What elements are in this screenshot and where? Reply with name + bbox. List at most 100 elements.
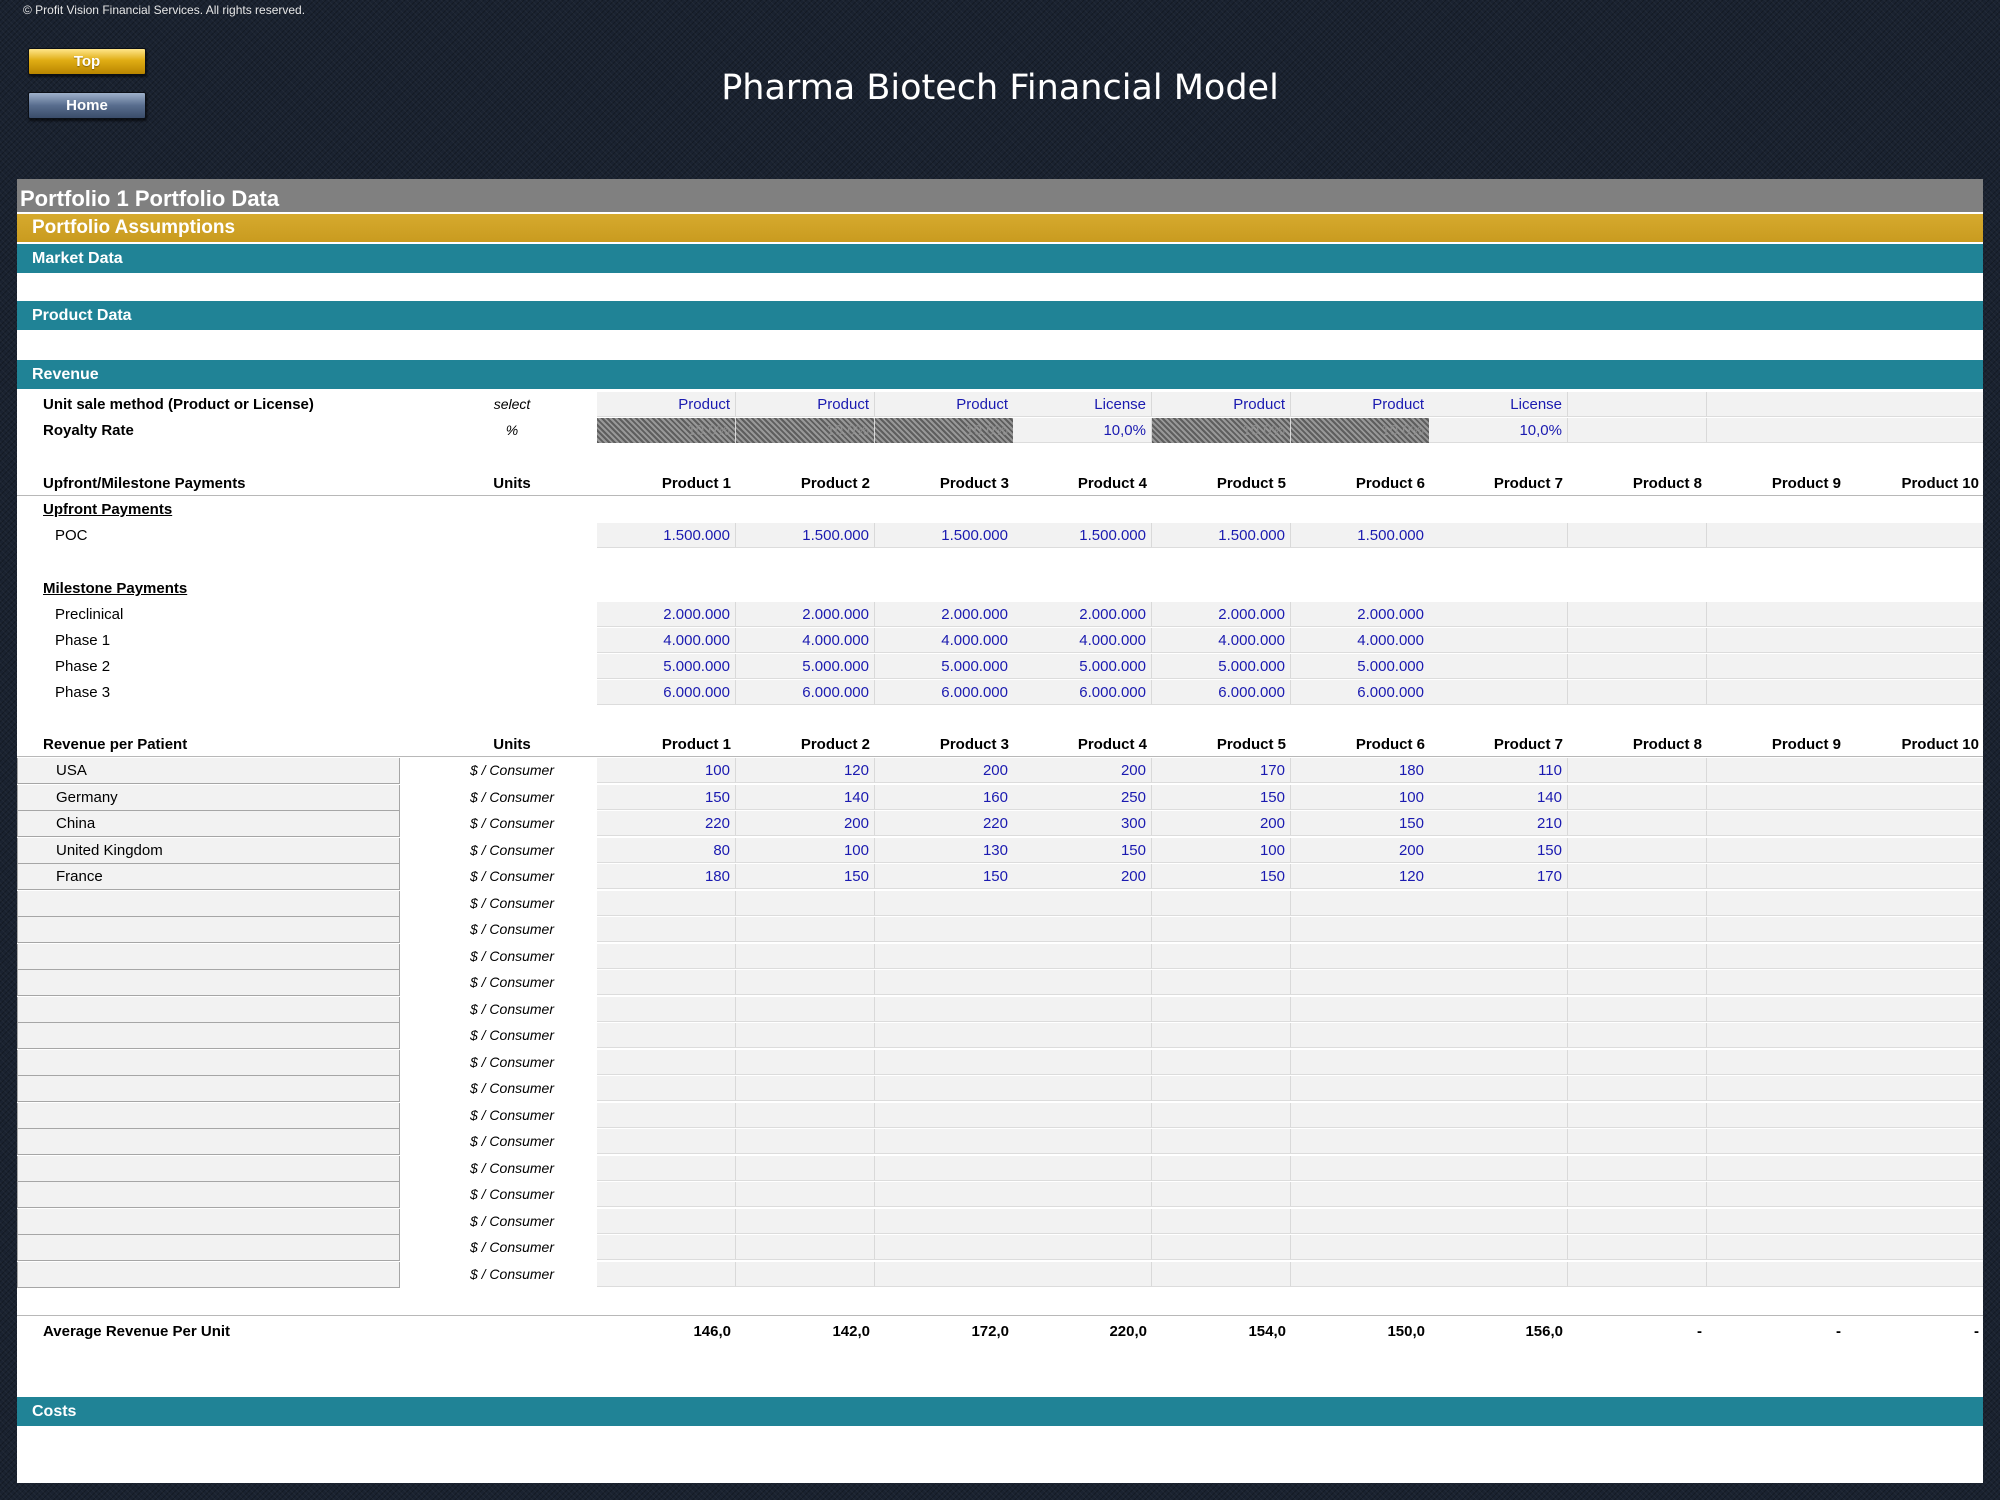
revenue-cell[interactable]: 220 — [875, 811, 1014, 836]
revenue-cell[interactable] — [1013, 1155, 1152, 1181]
revenue-cell[interactable]: 140 — [1429, 784, 1568, 810]
revenue-cell[interactable] — [1568, 917, 1707, 942]
revenue-cell[interactable] — [875, 1076, 1014, 1101]
revenue-cell[interactable] — [1845, 758, 1983, 783]
royalty-rate-cell[interactable] — [1845, 418, 1983, 443]
revenue-cell[interactable] — [1568, 1235, 1707, 1260]
unit-sale-method-cell[interactable]: Product — [1152, 392, 1291, 417]
payment-cell[interactable]: 5.000.000 — [736, 654, 875, 679]
revenue-cell[interactable] — [1013, 1208, 1152, 1234]
revenue-cell[interactable] — [1429, 1102, 1568, 1128]
market-data-band[interactable]: Market Data — [17, 244, 1983, 273]
revenue-cell[interactable] — [875, 1261, 1014, 1287]
country-name-field[interactable] — [17, 943, 400, 970]
revenue-cell[interactable] — [1707, 784, 1846, 810]
country-name-field[interactable] — [17, 1102, 400, 1129]
revenue-cell[interactable]: 120 — [736, 758, 875, 783]
revenue-cell[interactable] — [1707, 811, 1846, 836]
revenue-cell[interactable] — [1707, 1076, 1846, 1101]
revenue-cell[interactable]: 200 — [1013, 758, 1152, 783]
revenue-cell[interactable] — [1152, 890, 1291, 916]
revenue-cell[interactable] — [736, 917, 875, 942]
payment-cell[interactable]: 1.500.000 — [1152, 523, 1291, 548]
revenue-cell[interactable] — [1152, 1155, 1291, 1181]
royalty-rate-cell[interactable]: 10,0% — [1152, 418, 1291, 443]
payment-cell[interactable] — [1429, 628, 1568, 653]
payment-cell[interactable]: 4.000.000 — [597, 628, 736, 653]
payment-cell[interactable] — [1429, 680, 1568, 705]
payment-cell[interactable] — [1568, 602, 1707, 627]
payment-cell[interactable]: 4.000.000 — [875, 628, 1014, 653]
payment-cell[interactable] — [1845, 680, 1983, 705]
revenue-cell[interactable] — [1429, 943, 1568, 969]
revenue-cell[interactable] — [736, 996, 875, 1022]
royalty-rate-cell[interactable]: 10,0% — [1429, 418, 1568, 443]
revenue-cell[interactable] — [1291, 1023, 1430, 1048]
revenue-cell[interactable] — [1013, 1182, 1152, 1207]
revenue-cell[interactable] — [1291, 1155, 1430, 1181]
revenue-cell[interactable] — [1291, 1235, 1430, 1260]
payment-cell[interactable]: 2.000.000 — [736, 602, 875, 627]
revenue-cell[interactable] — [597, 970, 736, 995]
revenue-cell[interactable] — [736, 1076, 875, 1101]
country-name-field[interactable] — [17, 970, 400, 996]
royalty-rate-cell[interactable] — [1568, 418, 1707, 443]
unit-sale-method-cell[interactable]: Product — [597, 392, 736, 417]
payment-cell[interactable] — [1568, 523, 1707, 548]
revenue-cell[interactable] — [597, 1235, 736, 1260]
revenue-cell[interactable] — [1152, 943, 1291, 969]
revenue-cell[interactable]: 200 — [1291, 837, 1430, 863]
revenue-cell[interactable] — [736, 1129, 875, 1154]
revenue-cell[interactable] — [1707, 1049, 1846, 1075]
payment-cell[interactable] — [1429, 602, 1568, 627]
royalty-rate-cell[interactable]: 10,0% — [1013, 418, 1152, 443]
revenue-cell[interactable] — [1707, 1023, 1846, 1048]
revenue-cell[interactable] — [1152, 917, 1291, 942]
revenue-cell[interactable] — [1152, 1235, 1291, 1260]
country-name-field[interactable] — [17, 996, 400, 1023]
unit-sale-method-cell[interactable] — [1568, 392, 1707, 417]
payment-cell[interactable] — [1845, 602, 1983, 627]
revenue-cell[interactable] — [736, 1261, 875, 1287]
revenue-cell[interactable] — [1568, 1023, 1707, 1048]
revenue-cell[interactable] — [736, 1049, 875, 1075]
payment-cell[interactable] — [1707, 523, 1846, 548]
payment-cell[interactable]: 1.500.000 — [875, 523, 1014, 548]
revenue-cell[interactable] — [1291, 1208, 1430, 1234]
payment-cell[interactable]: 2.000.000 — [875, 602, 1014, 627]
revenue-cell[interactable] — [1845, 890, 1983, 916]
revenue-cell[interactable] — [1429, 1261, 1568, 1287]
revenue-cell[interactable]: 140 — [736, 784, 875, 810]
revenue-cell[interactable] — [1291, 1182, 1430, 1207]
revenue-cell[interactable]: 120 — [1291, 864, 1430, 889]
royalty-rate-cell[interactable]: 10,0% — [1291, 418, 1430, 443]
royalty-rate-cell[interactable]: 10,0% — [875, 418, 1014, 443]
unit-sale-method-cell[interactable]: Product — [736, 392, 875, 417]
revenue-cell[interactable]: 220 — [597, 811, 736, 836]
revenue-cell[interactable] — [597, 1208, 736, 1234]
payment-cell[interactable] — [1568, 680, 1707, 705]
revenue-cell[interactable] — [597, 1023, 736, 1048]
payment-cell[interactable] — [1845, 523, 1983, 548]
revenue-cell[interactable] — [1291, 943, 1430, 969]
revenue-cell[interactable] — [597, 1049, 736, 1075]
payment-cell[interactable]: 4.000.000 — [1152, 628, 1291, 653]
revenue-cell[interactable] — [1568, 996, 1707, 1022]
revenue-cell[interactable] — [1568, 864, 1707, 889]
revenue-cell[interactable] — [1152, 1076, 1291, 1101]
revenue-cell[interactable] — [1845, 837, 1983, 863]
revenue-cell[interactable] — [1845, 1102, 1983, 1128]
payment-cell[interactable]: 5.000.000 — [875, 654, 1014, 679]
country-name-field[interactable] — [17, 1076, 400, 1102]
revenue-cell[interactable] — [1013, 1049, 1152, 1075]
revenue-cell[interactable] — [1291, 996, 1430, 1022]
costs-band[interactable]: Costs — [17, 1397, 1983, 1426]
revenue-cell[interactable] — [1152, 1023, 1291, 1048]
revenue-cell[interactable] — [1707, 1261, 1846, 1287]
revenue-cell[interactable] — [1429, 1049, 1568, 1075]
revenue-cell[interactable] — [1429, 1023, 1568, 1048]
payment-cell[interactable]: 5.000.000 — [1152, 654, 1291, 679]
revenue-cell[interactable] — [1845, 1023, 1983, 1048]
revenue-cell[interactable] — [597, 1182, 736, 1207]
revenue-cell[interactable] — [597, 996, 736, 1022]
